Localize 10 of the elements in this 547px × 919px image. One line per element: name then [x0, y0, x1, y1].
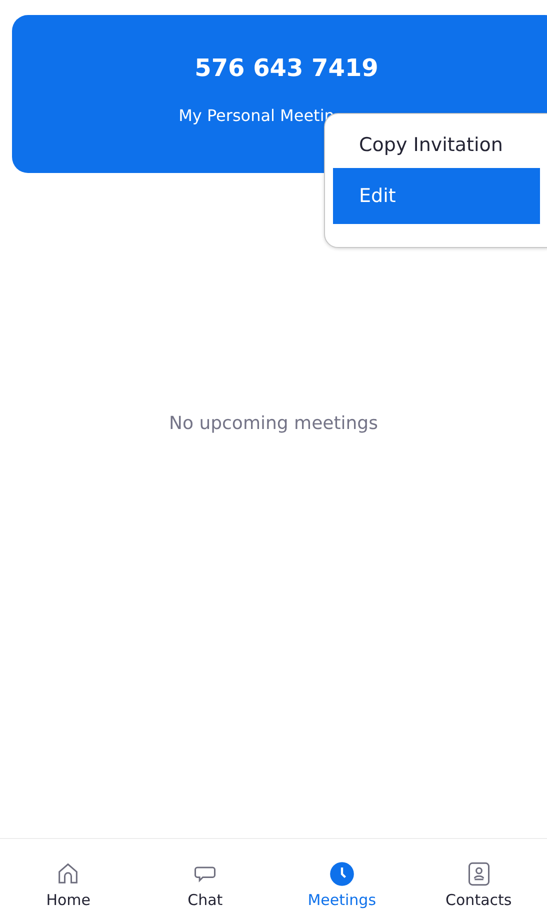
menu-item[interactable]: Copy Invitation — [333, 132, 540, 158]
tab[interactable]: Home — [0, 839, 137, 919]
tab[interactable]: Contacts — [410, 839, 547, 919]
menu-item[interactable]: Edit — [333, 168, 540, 224]
tab[interactable]: Chat — [136, 839, 274, 919]
contact-card-icon — [466, 861, 492, 887]
tab[interactable]: Meetings — [274, 839, 410, 919]
empty-message: No upcoming meetings — [169, 413, 378, 435]
meeting-id: 576 643 7419 — [194, 54, 378, 82]
clock-icon — [328, 861, 355, 887]
